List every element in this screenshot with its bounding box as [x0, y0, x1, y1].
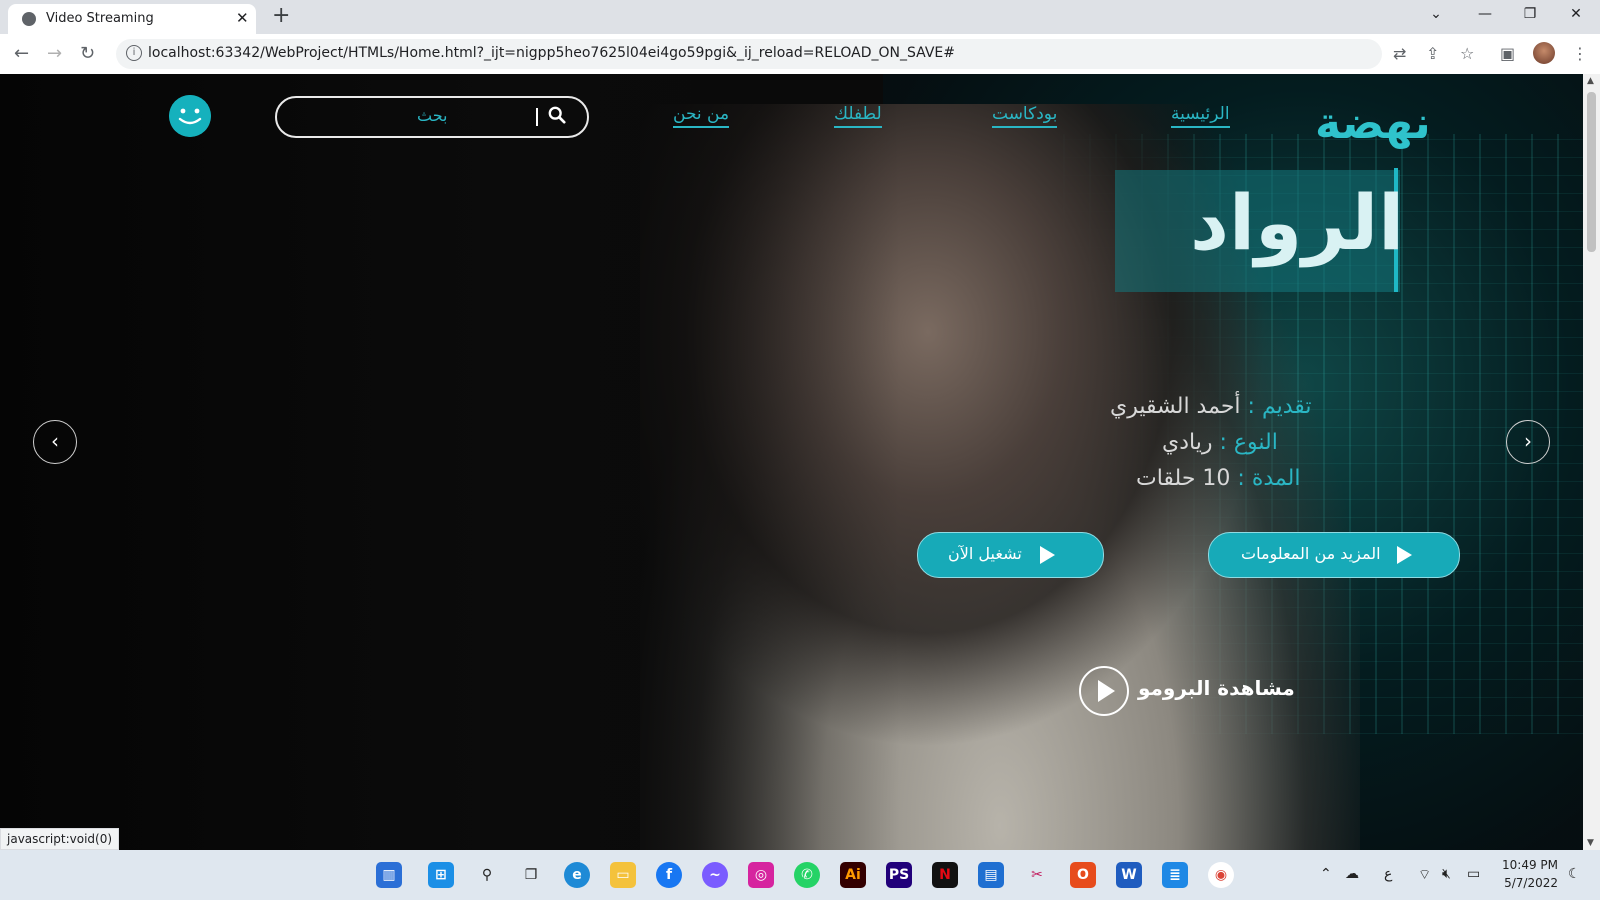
messenger-icon[interactable]: ~ [702, 862, 728, 888]
address-bar[interactable]: i localhost:63342/WebProject/HTMLs/Home.… [116, 39, 1382, 69]
browser-tab[interactable]: Video Streaming ✕ [8, 4, 256, 34]
globe-icon [22, 12, 36, 26]
onedrive-icon[interactable]: ☁ [1345, 866, 1359, 882]
start-icon[interactable]: ⊞ [428, 862, 454, 888]
browser-tabbar: Video Streaming ✕ + ⌄ — ❐ ✕ [0, 0, 1600, 34]
scroll-down-icon[interactable]: ▼ [1587, 838, 1594, 848]
file-explorer-icon[interactable]: ▭ [610, 862, 636, 888]
reload-icon[interactable]: ↻ [80, 43, 95, 64]
presenter-value: أحمد الشقيري [1110, 394, 1248, 419]
phpstorm-icon[interactable]: PS [886, 862, 912, 888]
side-panel-icon[interactable]: ▣ [1500, 44, 1515, 63]
user-smiley-icon[interactable] [169, 95, 211, 137]
os-taskbar: ▥ ⊞ ⚲ ❐ e ▭ f ~ ◎ ✆ Ai PS N ▤ ✂ O W ≣ ◉ … [0, 850, 1600, 900]
search-icon[interactable] [548, 106, 566, 124]
duration-line: المدة : 10 حلقات [1136, 466, 1300, 491]
system-clock[interactable]: 10:49 PM 5/7/2022 [1502, 856, 1558, 892]
netflix-icon[interactable]: N [932, 862, 958, 888]
nav-about[interactable]: من نحن [673, 104, 730, 128]
clock-date: 5/7/2022 [1504, 876, 1558, 890]
battery-icon[interactable]: ▭ [1467, 866, 1480, 882]
search-box[interactable]: بحث [275, 96, 589, 138]
snipping-tool-icon[interactable]: ✂ [1024, 862, 1050, 888]
play-now-label: تشغيل الآن [948, 544, 1022, 563]
page-scrollbar[interactable]: ▲ ▼ [1583, 74, 1600, 850]
translate-icon[interactable]: ⇄ [1393, 44, 1406, 63]
carousel-next-button[interactable]: › [1506, 420, 1550, 464]
office-icon[interactable]: O [1070, 862, 1096, 888]
more-info-label: المزيد من المعلومات [1241, 544, 1381, 563]
more-info-button[interactable]: المزيد من المعلومات [1208, 532, 1460, 578]
play-icon [1098, 680, 1115, 702]
forward-icon[interactable]: → [47, 43, 62, 64]
minimize-button[interactable]: — [1475, 6, 1495, 22]
presenter-label: تقديم : [1247, 394, 1312, 419]
nav-kids[interactable]: لطفلك [834, 104, 882, 128]
wifi-icon[interactable]: ⌔ [1418, 866, 1431, 884]
menu-kebab-icon[interactable]: ⋮ [1572, 44, 1588, 63]
play-icon [1397, 546, 1412, 564]
restore-button[interactable]: ❐ [1520, 6, 1540, 22]
duration-label: المدة : [1237, 466, 1301, 491]
store-icon[interactable]: ▤ [978, 862, 1004, 888]
carousel-prev-button[interactable]: ‹ [33, 420, 77, 464]
nav-podcast[interactable]: بودكاست [992, 104, 1058, 128]
tab-search-chevron-icon[interactable]: ⌄ [1426, 6, 1446, 22]
site-info-icon[interactable]: i [126, 45, 142, 61]
bookmark-star-icon[interactable]: ☆ [1460, 44, 1474, 63]
scroll-up-icon[interactable]: ▲ [1587, 76, 1594, 86]
input-language[interactable]: ع [1384, 866, 1392, 882]
genre-line: النوع : ريادي [1162, 430, 1278, 455]
new-tab-button[interactable]: + [272, 3, 290, 28]
play-now-button[interactable]: تشغيل الآن [917, 532, 1104, 578]
url-text[interactable]: localhost:63342/WebProject/HTMLs/Home.ht… [148, 45, 955, 61]
back-icon[interactable]: ← [14, 43, 29, 64]
play-icon [1040, 546, 1055, 564]
search-icon[interactable]: ⚲ [474, 862, 500, 888]
instagram-icon[interactable]: ◎ [748, 862, 774, 888]
volume-muted-icon[interactable]: 🔇︎ [1442, 866, 1451, 882]
genre-value: ريادي [1162, 430, 1220, 455]
widgets-icon[interactable]: ▥ [376, 862, 402, 888]
close-window-button[interactable]: ✕ [1566, 6, 1586, 22]
browser-toolbar: ← → ↻ i localhost:63342/WebProject/HTMLs… [0, 34, 1600, 75]
edge-icon[interactable]: e [564, 862, 590, 888]
promo-play-button[interactable] [1079, 666, 1129, 716]
scrollbar-thumb[interactable] [1587, 92, 1596, 252]
facebook-icon[interactable]: f [656, 862, 682, 888]
promo-label[interactable]: مشاهدة البرومو [1138, 676, 1295, 700]
show-title: الرواد [1190, 178, 1405, 267]
illustrator-icon[interactable]: Ai [840, 862, 866, 888]
search-input[interactable]: بحث [417, 106, 448, 125]
duration-value: 10 حلقات [1136, 466, 1238, 491]
presenter-line: تقديم : أحمد الشقيري [1110, 394, 1312, 419]
site-logo[interactable]: نهضة [1315, 98, 1431, 149]
text-caret [536, 108, 538, 126]
link-status-bar: javascript:void(0) [0, 828, 120, 850]
profile-avatar[interactable] [1533, 42, 1555, 64]
show-hidden-icons-icon[interactable]: ⌃ [1320, 866, 1332, 882]
chrome-icon[interactable]: ◉ [1208, 862, 1234, 888]
word-icon[interactable]: W [1116, 862, 1142, 888]
focus-moon-icon[interactable]: ☾ [1568, 866, 1581, 882]
hero-section: نهضة الرئيسية بودكاست لطفلك من نحن بحث ا… [0, 74, 1583, 850]
task-view-icon[interactable]: ❐ [518, 862, 544, 888]
tab-close-icon[interactable]: ✕ [236, 9, 249, 27]
notepad-icon[interactable]: ≣ [1162, 862, 1188, 888]
tab-title: Video Streaming [46, 11, 154, 26]
clock-time: 10:49 PM [1502, 858, 1558, 872]
genre-label: النوع : [1219, 430, 1278, 455]
share-icon[interactable]: ⇪ [1426, 44, 1439, 63]
whatsapp-icon[interactable]: ✆ [794, 862, 820, 888]
hero-dark-overlay [0, 74, 900, 850]
nav-home[interactable]: الرئيسية [1171, 104, 1230, 128]
